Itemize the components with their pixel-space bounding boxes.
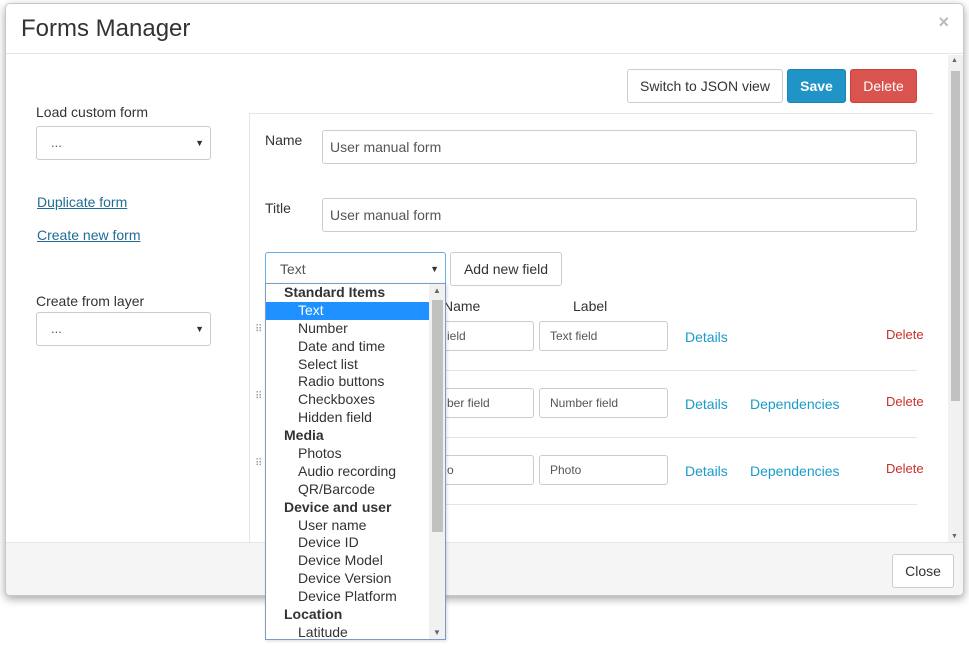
dropdown-group-label: Media [284,427,324,444]
switch-json-view-button[interactable]: Switch to JSON view [627,69,783,103]
column-header-name: Name [443,298,481,314]
details-link[interactable]: Details [685,329,728,345]
save-button[interactable]: Save [787,69,846,103]
dropdown-option[interactable]: Text [266,301,430,320]
dropdown-group-label: Location [284,606,343,623]
dropdown-option[interactable]: Radio buttons [266,373,430,391]
dropdown-option[interactable]: Date and time [266,338,430,356]
field-label-input[interactable]: Text field [539,321,668,351]
dependencies-link[interactable]: Dependencies [750,463,840,479]
form-title-input[interactable]: User manual form [322,198,917,232]
dropdown-option[interactable]: Number [266,320,430,338]
panel-divider [249,113,933,114]
scroll-down-icon[interactable]: ▼ [433,628,441,637]
dropdown-option[interactable]: User name [266,517,430,535]
chevron-down-icon: ▼ [195,324,204,334]
dropdown-group-label: Device and user [284,498,392,515]
dialog-scrollbar[interactable]: ▲ ▼ [948,55,963,542]
chevron-down-icon: ▼ [430,264,439,274]
name-label: Name [265,132,303,148]
create-new-form-link[interactable]: Create new form [37,227,140,243]
close-button[interactable]: Close [892,554,954,588]
duplicate-form-link[interactable]: Duplicate form [37,194,127,210]
dropdown-scrollbar[interactable]: ▲ ▼ [429,284,445,639]
delete-field-link[interactable]: Delete [886,394,924,409]
dropdown-option[interactable]: Device Platform [266,588,430,606]
scrollbar-thumb[interactable] [432,300,443,532]
dropdown-option[interactable]: Device ID [266,534,430,552]
scrollbar-thumb[interactable] [951,71,960,401]
column-header-label: Label [573,298,608,314]
load-custom-form-value: ... [51,135,62,150]
field-name-input[interactable]: ber field [436,388,534,418]
dropdown-option[interactable]: Device Version [266,570,430,588]
panel-divider [249,113,250,542]
create-from-layer-label: Create from layer [36,293,145,309]
dropdown-option[interactable]: Audio recording [266,463,430,481]
title-label: Title [265,200,291,216]
drag-handle-icon[interactable]: ⠿ [255,325,263,345]
dropdown-option[interactable]: Latitude [266,624,430,639]
form-name-input[interactable]: User manual form [322,130,917,164]
field-type-value: Text [280,261,306,277]
dialog-header: Forms Manager × [6,4,963,54]
scroll-down-icon[interactable]: ▼ [951,533,958,540]
dropdown-option[interactable]: Hidden field [266,409,430,427]
field-name-input[interactable]: ield [436,321,534,351]
close-icon[interactable]: × [938,12,949,33]
dropdown-option[interactable]: Select list [266,356,430,374]
scroll-up-icon[interactable]: ▲ [433,286,441,295]
field-label-input[interactable]: Photo [539,455,668,485]
dropdown-options: Standard Items Text Number Date and time Sel… [266,284,430,639]
create-from-layer-select[interactable]: ... ▼ [36,312,211,346]
dropdown-group-label: Standard Items [284,284,386,300]
load-custom-form-select[interactable]: ... ▼ [36,126,211,160]
chevron-down-icon: ▼ [195,138,204,148]
details-link[interactable]: Details [685,463,728,479]
scroll-up-icon[interactable]: ▲ [951,57,958,64]
dropdown-option[interactable]: QR/Barcode [266,481,430,499]
dialog-body: Switch to JSON view Save Delete Load cus… [6,55,963,542]
forms-manager-dialog: Forms Manager × Switch to JSON view Save… [5,3,964,596]
delete-field-link[interactable]: Delete [886,327,924,342]
load-custom-form-label: Load custom form [36,104,149,120]
dropdown-option[interactable]: Photos [266,445,430,463]
delete-form-button[interactable]: Delete [850,69,917,103]
field-type-select[interactable]: Text ▼ [265,252,446,286]
field-label-input[interactable]: Number field [539,388,668,418]
details-link[interactable]: Details [685,396,728,412]
dialog-footer: Close [6,542,963,595]
drag-handle-icon[interactable]: ⠿ [255,459,263,479]
dropdown-option[interactable]: Checkboxes [266,391,430,409]
dropdown-option[interactable]: Device Model [266,552,430,570]
delete-field-link[interactable]: Delete [886,461,924,476]
drag-handle-icon[interactable]: ⠿ [255,392,263,412]
add-new-field-button[interactable]: Add new field [450,252,562,286]
dialog-title: Forms Manager [21,15,191,42]
create-from-layer-value: ... [51,321,62,336]
field-name-input[interactable]: o [436,455,534,485]
dependencies-link[interactable]: Dependencies [750,396,840,412]
field-type-dropdown-list[interactable]: Standard Items Text Number Date and time Sel… [265,283,446,640]
